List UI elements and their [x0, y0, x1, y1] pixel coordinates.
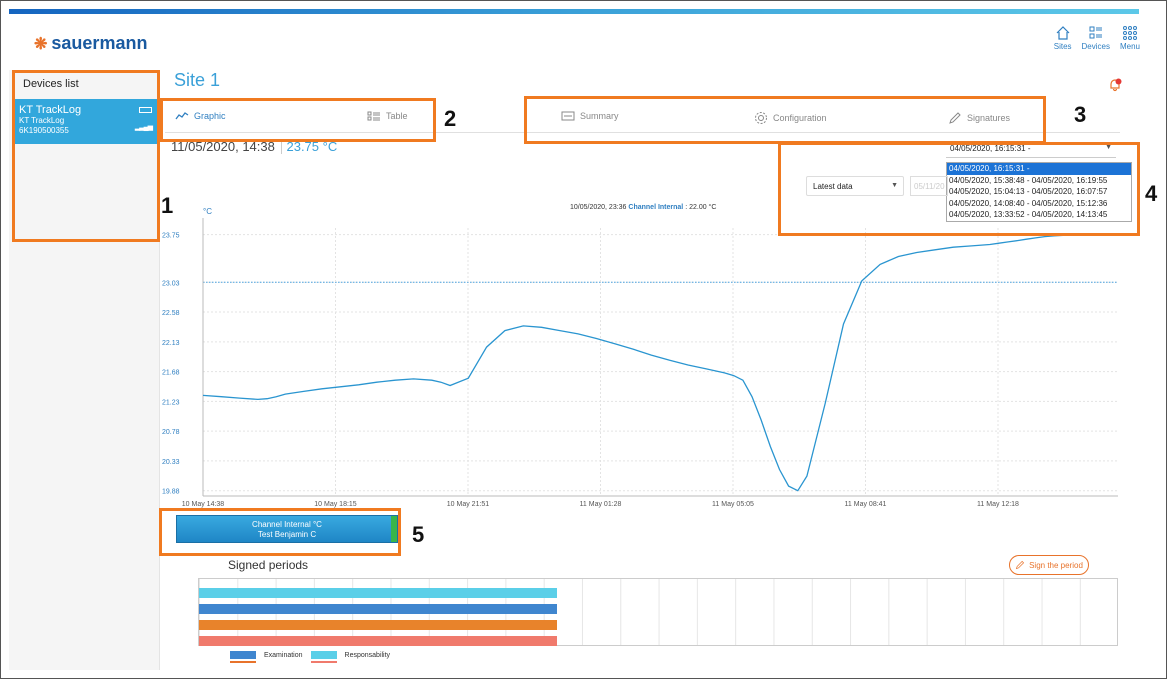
page-title: Site 1 [174, 70, 221, 90]
x-tick-label: 11 May 12:18 [977, 501, 1019, 508]
nav-sites[interactable]: Sites [1054, 25, 1072, 51]
annotation-number: 1 [161, 193, 174, 218]
signed-periods-grid [198, 578, 1118, 646]
nav-devices[interactable]: Devices [1082, 25, 1110, 51]
signed-period-bar[interactable] [199, 588, 557, 598]
y-tick-label: 19.88 [162, 489, 180, 496]
y-tick-label: 23.03 [162, 280, 180, 287]
y-tick-label: 21.68 [162, 370, 180, 377]
pen-icon [1015, 560, 1025, 570]
annotation-box-2 [160, 98, 436, 142]
annotation-box-1 [12, 70, 160, 242]
temperature-chart[interactable]: °C 23.75 23.03 22.58 22.13 21.68 21.23 20.78 20.… [160, 200, 1120, 512]
annotation-number: 2 [444, 106, 457, 131]
y-axis-unit-label: °C [203, 207, 212, 216]
x-tick-label: 10 May 18:15 [314, 501, 357, 508]
x-tick-label: 10 May 21:51 [447, 501, 490, 508]
y-tick-label: 20.78 [162, 429, 180, 436]
signed-period-bar[interactable] [199, 604, 557, 614]
annotation-box-5 [159, 508, 401, 556]
signed-period-bar[interactable] [199, 620, 557, 630]
annotation-box-4 [778, 142, 1140, 236]
y-tick-label: 20.33 [162, 459, 180, 466]
x-tick-label: 11 May 05:05 [712, 501, 754, 508]
x-tick-label: 10 May 14:38 [182, 501, 225, 508]
alert-bell-icon[interactable] [1108, 78, 1122, 92]
nav-sites-label: Sites [1053, 42, 1072, 51]
signed-legend: Examination Responsability [230, 651, 391, 663]
y-tick-label: 23.75 [162, 233, 180, 240]
legend-examination-label: Examination [264, 651, 303, 659]
devices-list-icon [1089, 26, 1102, 39]
sign-period-label: Sign the period [1029, 560, 1083, 570]
x-tick-label: 11 May 08:41 [845, 501, 887, 508]
signed-period-bar[interactable] [199, 636, 557, 646]
nav-menu-label: Menu [1119, 42, 1140, 51]
logo-mark-icon: ❋ [34, 35, 48, 53]
annotation-number: 4 [1145, 181, 1158, 206]
nav-devices-label: Devices [1081, 42, 1110, 51]
sign-period-button[interactable]: Sign the period [1009, 555, 1089, 575]
logo-text: sauermann [51, 33, 148, 53]
home-icon [1056, 26, 1070, 40]
annotation-box-3 [524, 96, 1046, 144]
signed-periods-title: Signed periods [228, 558, 309, 572]
annotation-number: 5 [412, 522, 425, 547]
y-tick-label: 22.13 [162, 340, 180, 347]
legend-responsability-label: Responsability [344, 651, 391, 659]
x-tick-label: 11 May 01:28 [580, 501, 622, 508]
top-nav: Sites Devices Menu [1054, 25, 1140, 51]
y-tick-label: 21.23 [162, 399, 180, 406]
top-accent-bar [9, 9, 1139, 14]
y-tick-label: 22.58 [162, 310, 180, 317]
legend-responsability-swatch [310, 651, 337, 663]
temperature-series-line [202, 233, 1118, 492]
sauermann-logo[interactable]: ❋ sauermann [34, 33, 147, 54]
nav-menu[interactable]: Menu [1120, 25, 1140, 51]
legend-examination-swatch [230, 651, 256, 663]
grid-menu-icon [1122, 26, 1137, 40]
annotation-number: 3 [1074, 102, 1087, 127]
